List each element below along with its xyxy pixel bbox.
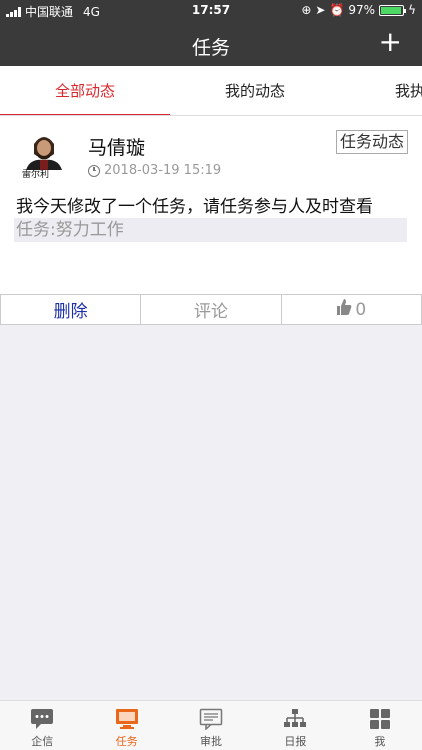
battery-icon [379,4,407,16]
bottom-tab-label: 任务 [115,735,138,748]
clock-icon [88,164,100,177]
bottom-tab-label: 日报 [284,735,307,748]
grid-icon [368,708,392,730]
bottom-tab-approval[interactable]: 审批 [169,701,253,750]
post-time-row: 2018-03-19 15:19 [88,163,221,178]
document-icon [199,708,223,730]
avatar[interactable]: 雷尔利 [16,124,72,180]
location-icon: ➤ [315,3,326,17]
org-chart-icon [283,708,307,730]
bottom-tab-label: 我 [374,735,386,748]
like-button[interactable]: 0 [280,295,422,324]
charging-icon: ϟ [408,3,416,17]
chat-icon [30,708,54,730]
tab-executing[interactable]: 我执行中 [340,66,422,115]
tab-strip: 全部动态 我的动态 我执行中 [0,66,422,116]
bottom-tab-chat[interactable]: 企信 [0,701,84,750]
post-content: 我今天修改了一个任务，请任务参与人及时查看 [16,197,373,217]
action-bar: 删除 评论 0 [0,294,422,325]
page-title: 任务 [191,37,230,59]
type-badge: 任务动态 [335,130,408,154]
comment-button[interactable]: 评论 [140,295,280,324]
delete-button[interactable]: 删除 [0,295,140,324]
bottom-tab-label: 审批 [200,735,223,748]
alarm-icon: ⏰ [329,3,345,17]
tab-my-activity[interactable]: 我的动态 [170,66,340,115]
bottom-tab-me[interactable]: 我 [338,701,422,750]
post-timestamp: 2018-03-19 15:19 [104,163,222,178]
author-name: 马倩璇 [88,137,146,159]
thumbs-up-icon [336,298,352,321]
avatar-caption: 雷尔利 [22,170,50,180]
tab-all-activity[interactable]: 全部动态 [0,66,170,115]
bottom-tab-bar: 企信 任务 审批 日报 我 [0,700,422,750]
status-bar: 中国联通 4G 17:57 ⊕ ➤ ⏰ 97% ϟ [0,0,422,22]
nav-bar: 任务 + [0,22,422,66]
monitor-icon [115,708,139,730]
battery-percent: 97% [348,3,376,17]
bottom-tab-task[interactable]: 任务 [84,701,168,750]
task-link[interactable]: 任务:努力工作 [14,218,407,242]
activity-card: 雷尔利 马倩璇 2018-03-19 15:19 任务动态 我今天修改了一个任务… [0,116,422,294]
rotation-lock-icon: ⊕ [301,3,312,17]
bottom-tab-label: 企信 [31,735,54,748]
bottom-tab-daily-report[interactable]: 日报 [253,701,337,750]
add-button[interactable]: + [379,28,402,56]
like-count: 0 [355,299,367,320]
